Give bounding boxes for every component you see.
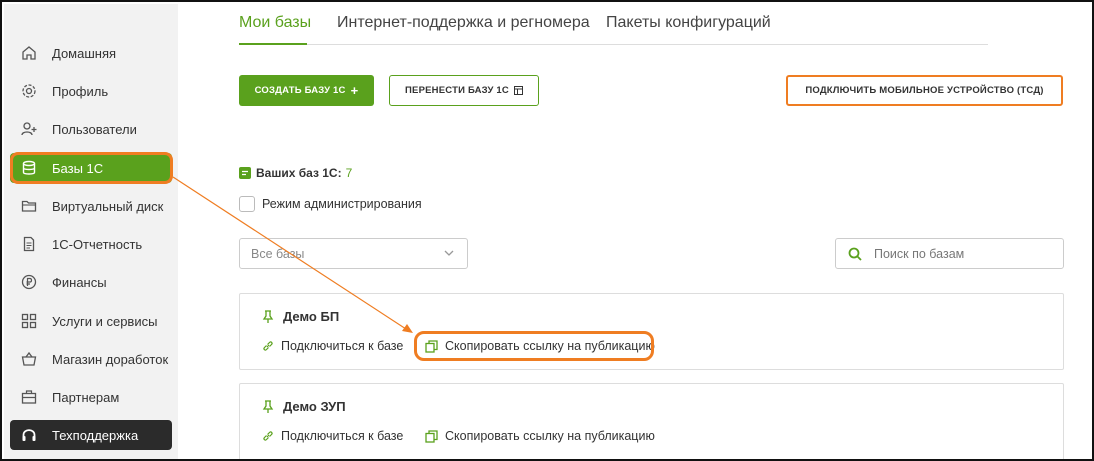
sidebar-item-label: 1С-Отчетность [52,236,143,252]
sidebar-item-label: Партнерам [52,389,120,405]
create-base-button[interactable]: СОЗДАТЬ БАЗУ 1С + [239,75,374,106]
briefcase-icon [20,388,38,406]
sidebar-item-label: Техподдержка [52,427,139,443]
sidebar-item-label: Виртуальный диск [52,198,164,214]
document-icon [20,235,38,253]
connect-mobile-device-button[interactable]: ПОДКЛЮЧИТЬ МОБИЛЬНОЕ УСТРОЙСТВО (ТСД) [786,75,1063,106]
highlight-bases-item [10,152,173,184]
search-icon [848,247,862,261]
sidebar-item-home[interactable]: Домашняя [10,38,172,68]
sidebar-item-label: Домашняя [52,45,117,61]
bases-filter-select[interactable]: Все базы [239,238,468,269]
connect-to-base-label: Подключиться к базе [281,339,404,353]
sidebar-item-label: Услуги и сервисы [52,313,158,329]
ruble-icon [20,273,38,291]
copy-publication-link[interactable]: Скопировать ссылку на публикацию [425,429,655,443]
admin-mode-label: Режим администрирования [262,197,422,211]
connect-to-base-link[interactable]: Подключиться к базе [262,339,403,353]
gear-icon [20,82,38,100]
copy-publication-label: Скопировать ссылку на публикацию [445,429,655,443]
grid-icon [20,312,38,330]
headset-icon [20,426,38,444]
base-title: Демо ЗУП [262,399,346,414]
sidebar-item-label: Магазин доработок [52,351,169,367]
sidebar-item-profile[interactable]: Профиль [10,76,172,106]
search-box[interactable] [835,238,1064,269]
connect-to-base-link[interactable]: Подключиться к базе [262,429,403,443]
create-base-label: СОЗДАТЬ БАЗУ 1С [254,85,346,96]
admin-mode-checkbox[interactable] [239,196,255,212]
link-icon [262,340,274,352]
sidebar-item-users[interactable]: Пользователи [10,114,172,144]
copy-icon [425,429,438,443]
bases-filter-value: Все базы [251,246,305,261]
link-icon [262,430,274,442]
transfer-base-button[interactable]: ПЕРЕНЕСТИ БАЗУ 1С [389,75,539,106]
connect-to-base-label: Подключиться к базе [281,429,404,443]
tab-bar: Мои базы Интернет-поддержка и регномера … [239,12,988,45]
sidebar-item-finance[interactable]: Финансы [10,267,172,297]
screenshot-frame: Домашняя Профиль Пользователи Базы 1С Ви… [0,0,1094,461]
plus-icon: + [350,83,359,98]
base-card: Демо БП Подключиться к базе Скопировать … [239,293,1064,370]
add-user-icon [20,120,38,138]
home-icon [20,44,38,62]
tab-my-bases[interactable]: Мои базы [239,14,311,32]
list-icon [239,167,251,179]
sidebar-item-store[interactable]: Магазин доработок [10,344,172,374]
sidebar-item-label: Финансы [52,274,107,290]
sidebar: Домашняя Профиль Пользователи Базы 1С Ви… [4,4,178,459]
chevron-down-icon [443,247,455,262]
base-card: Демо ЗУП Подключиться к базе Скопировать… [239,383,1064,459]
folder-icon [20,197,38,215]
bases-count-label: Ваших баз 1С: [256,166,342,180]
active-tab-indicator [239,43,307,45]
bases-count-value: 7 [345,166,353,180]
sidebar-item-label: Пользователи [52,121,137,137]
transfer-icon [513,86,523,95]
sidebar-item-services[interactable]: Услуги и сервисы [10,306,172,336]
transfer-base-label: ПЕРЕНЕСТИ БАЗУ 1С [405,85,509,96]
connect-mobile-label: ПОДКЛЮЧИТЬ МОБИЛЬНОЕ УСТРОЙСТВО (ТСД) [805,85,1044,96]
base-title-text: Демо БП [283,309,340,324]
tab-internet-support[interactable]: Интернет-поддержка и регномера [337,14,590,32]
pin-icon[interactable] [262,399,274,414]
sidebar-item-support[interactable]: Техподдержка [10,420,172,450]
sidebar-item-reporting[interactable]: 1С-Отчетность [10,229,172,259]
sidebar-item-label: Профиль [52,83,109,99]
admin-mode-toggle[interactable]: Режим администрирования [239,196,422,212]
sidebar-item-virtual-disk[interactable]: Виртуальный диск [10,191,172,221]
search-input[interactable] [874,246,1044,261]
highlight-copy-link [414,331,654,361]
pin-icon[interactable] [262,309,274,324]
tab-config-packages[interactable]: Пакеты конфигураций [606,14,771,32]
base-title-text: Демо ЗУП [283,399,346,414]
bases-count: Ваших баз 1С: 7 [239,166,352,180]
sidebar-item-partners[interactable]: Партнерам [10,382,172,412]
base-title: Демо БП [262,309,339,324]
basket-icon [20,350,38,368]
